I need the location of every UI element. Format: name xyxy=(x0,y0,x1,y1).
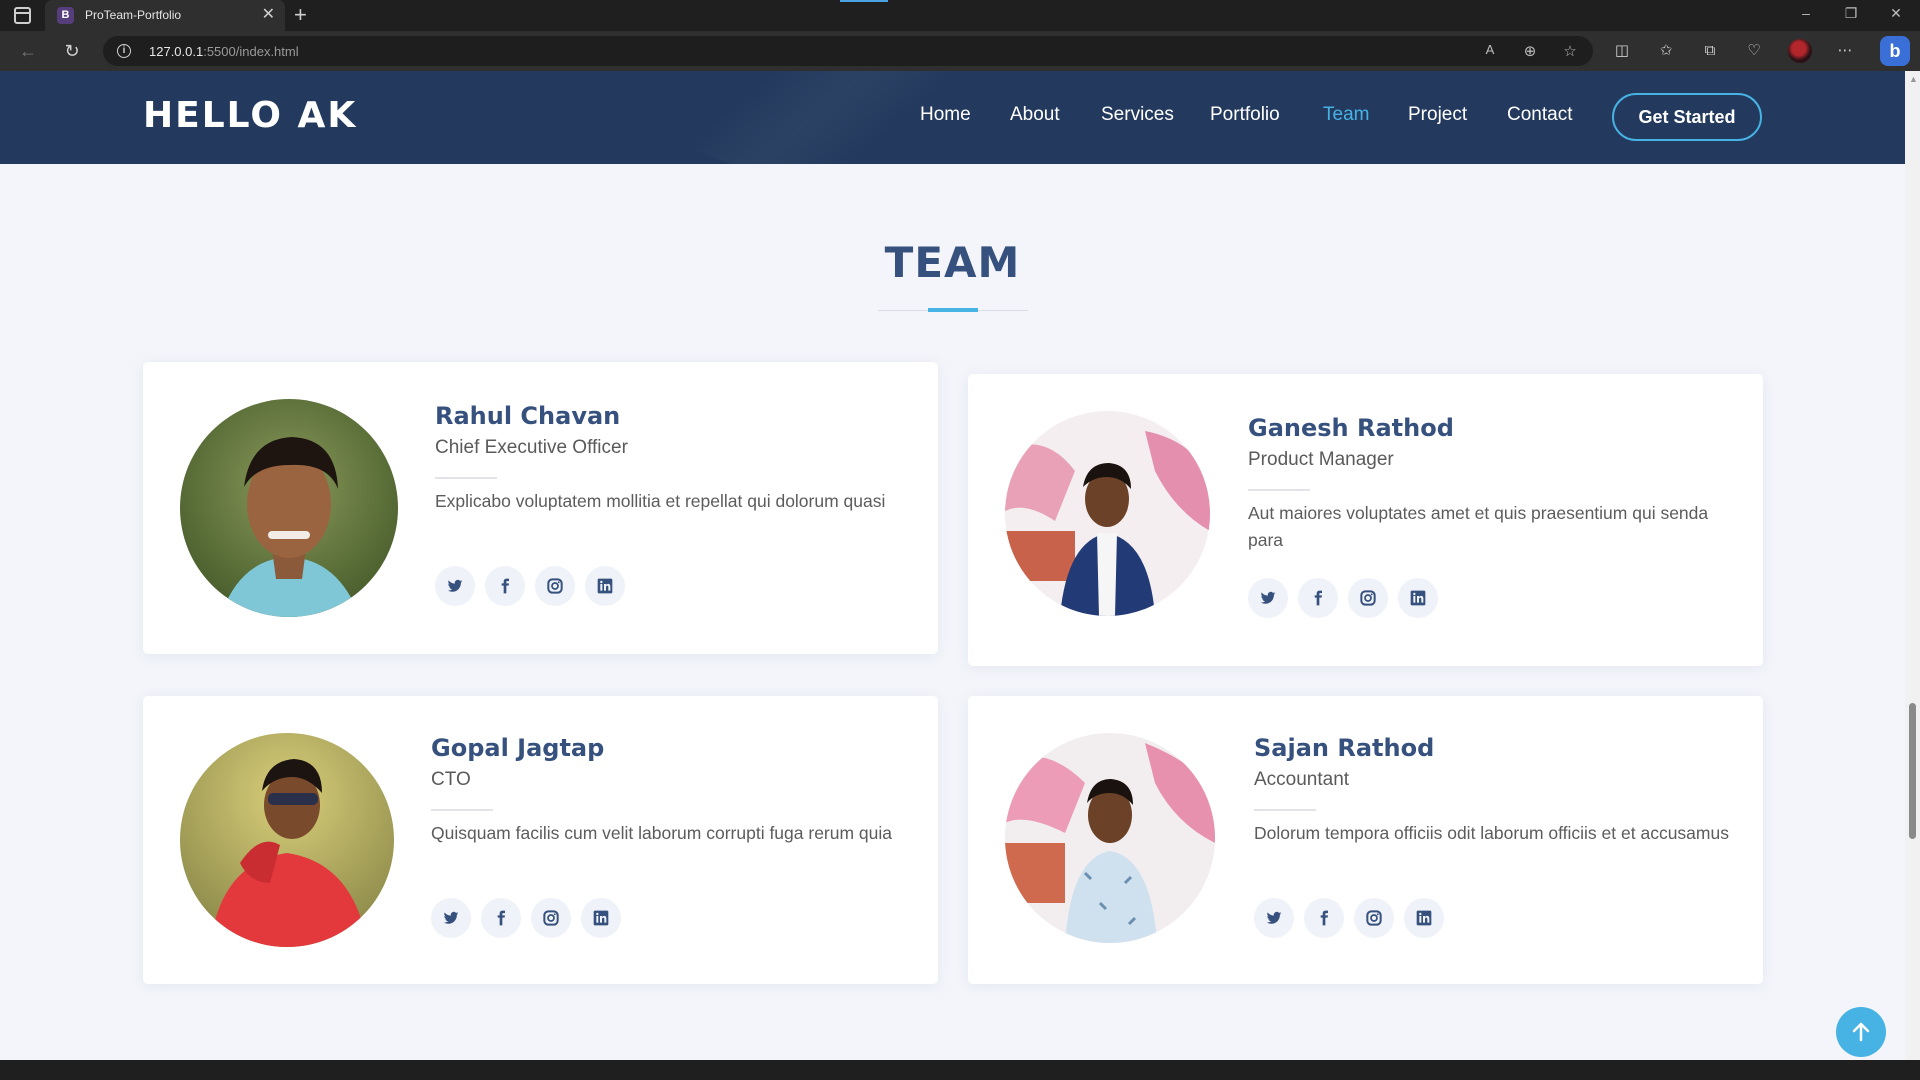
linkedin-icon[interactable] xyxy=(585,566,625,606)
team-card: Rahul Chavan Chief Executive Officer Exp… xyxy=(143,362,938,654)
tab-actions-icon[interactable] xyxy=(14,7,31,24)
bootstrap-favicon-icon: B xyxy=(57,7,74,24)
member-photo xyxy=(1005,733,1215,943)
member-photo xyxy=(180,733,394,947)
member-role: Product Manager xyxy=(1248,449,1394,470)
facebook-icon[interactable] xyxy=(481,898,521,938)
scrollbar-thumb[interactable] xyxy=(1909,703,1916,839)
split-screen-icon[interactable]: ◫ xyxy=(1612,41,1632,61)
new-tab-icon[interactable]: + xyxy=(294,3,307,27)
member-divider xyxy=(1248,489,1310,491)
nav-team[interactable]: Team xyxy=(1323,104,1369,126)
back-to-top-button[interactable] xyxy=(1836,1007,1886,1057)
collections-icon[interactable]: ⧉ xyxy=(1700,41,1720,61)
profile-avatar[interactable] xyxy=(1788,39,1812,63)
member-description: Dolorum tempora officiis odit laborum of… xyxy=(1254,823,1729,843)
section-title: TEAM xyxy=(884,238,1021,287)
scroll-up-arrow-icon[interactable]: ▲ xyxy=(1909,74,1918,84)
tab-title: ProTeam-Portfolio xyxy=(85,8,182,22)
favorites-icon[interactable]: ✩ xyxy=(1656,41,1676,61)
facebook-icon[interactable] xyxy=(1304,898,1344,938)
twitter-icon[interactable] xyxy=(1254,898,1294,938)
nav-about[interactable]: About xyxy=(1010,104,1060,126)
instagram-icon[interactable] xyxy=(1348,578,1388,618)
reload-icon[interactable]: ↻ xyxy=(61,40,83,62)
title-accent-bar xyxy=(928,308,978,312)
member-description: Explicabo voluptatem mollitia et repella… xyxy=(435,491,886,511)
team-card: Gopal Jagtap CTO Quisquam facilis cum ve… xyxy=(143,696,938,984)
team-card: Sajan Rathod Accountant Dolorum tempora … xyxy=(968,696,1763,984)
member-name: Sajan Rathod xyxy=(1254,734,1435,762)
member-divider xyxy=(1254,809,1316,811)
facebook-icon[interactable] xyxy=(485,566,525,606)
url-text: 127.0.0.1:5500/index.html xyxy=(149,44,299,59)
page-viewport: HELLO AK Home About Services Portfolio T… xyxy=(0,71,1905,1060)
site-info-icon[interactable]: i xyxy=(117,44,131,58)
member-name: Gopal Jagtap xyxy=(431,734,605,762)
arrow-up-icon xyxy=(1852,1022,1870,1042)
browser-tab[interactable]: B ProTeam-Portfolio ✕ xyxy=(45,0,285,31)
member-role: CTO xyxy=(431,769,471,790)
nav-project[interactable]: Project xyxy=(1408,104,1467,126)
read-aloud-icon[interactable]: A xyxy=(1481,42,1499,57)
url-host: 127.0.0.1 xyxy=(149,44,204,59)
member-description: Aut maiores voluptates amet et quis prae… xyxy=(1248,503,1709,550)
site-header: HELLO AK Home About Services Portfolio T… xyxy=(0,71,1905,164)
member-name: Rahul Chavan xyxy=(435,402,621,430)
member-name: Ganesh Rathod xyxy=(1248,414,1454,442)
browser-essentials-icon[interactable]: ♡ xyxy=(1744,41,1764,61)
linkedin-icon[interactable] xyxy=(1404,898,1444,938)
more-options-icon[interactable]: ⋯ xyxy=(1835,41,1855,61)
close-tab-icon[interactable]: ✕ xyxy=(262,6,275,24)
browser-tab-bar: B ProTeam-Portfolio ✕ + – ❐ ✕ xyxy=(0,0,1920,31)
member-description: Quisquam facilis cum velit laborum corru… xyxy=(431,823,893,843)
back-icon[interactable]: ← xyxy=(17,40,39,62)
instagram-icon[interactable] xyxy=(535,566,575,606)
twitter-icon[interactable] xyxy=(1248,578,1288,618)
get-started-button[interactable]: Get Started xyxy=(1612,93,1762,141)
nav-contact[interactable]: Contact xyxy=(1507,104,1572,126)
twitter-icon[interactable] xyxy=(435,566,475,606)
copilot-icon[interactable]: b xyxy=(1880,36,1910,66)
instagram-icon[interactable] xyxy=(1354,898,1394,938)
instagram-icon[interactable] xyxy=(531,898,571,938)
site-logo[interactable]: HELLO AK xyxy=(143,95,357,136)
member-role: Chief Executive Officer xyxy=(435,437,628,458)
member-photo xyxy=(180,399,398,617)
browser-toolbar: ← ↻ i 127.0.0.1:5500/index.html A ⊕ ☆ ◫ … xyxy=(0,31,1920,71)
member-divider xyxy=(435,477,497,479)
nav-portfolio[interactable]: Portfolio xyxy=(1210,104,1280,126)
member-photo xyxy=(1005,411,1210,616)
tab-indicator xyxy=(840,0,888,2)
linkedin-icon[interactable] xyxy=(581,898,621,938)
minimize-icon[interactable]: – xyxy=(1796,5,1816,21)
facebook-icon[interactable] xyxy=(1298,578,1338,618)
team-card: Ganesh Rathod Product Manager Aut maiore… xyxy=(968,374,1763,666)
taskbar-strip xyxy=(0,1060,1920,1080)
linkedin-icon[interactable] xyxy=(1398,578,1438,618)
close-window-icon[interactable]: ✕ xyxy=(1886,5,1906,22)
restore-icon[interactable]: ❐ xyxy=(1841,5,1861,22)
twitter-icon[interactable] xyxy=(431,898,471,938)
member-role: Accountant xyxy=(1254,769,1350,790)
nav-home[interactable]: Home xyxy=(920,104,971,126)
member-divider xyxy=(431,809,493,811)
page-scrollbar[interactable]: ▲ xyxy=(1905,71,1920,1060)
nav-services[interactable]: Services xyxy=(1101,104,1174,126)
url-path: :5500/index.html xyxy=(203,44,299,59)
address-bar[interactable]: i 127.0.0.1:5500/index.html A ⊕ ☆ xyxy=(103,36,1593,66)
favorite-star-icon[interactable]: ☆ xyxy=(1561,42,1579,60)
zoom-icon[interactable]: ⊕ xyxy=(1521,42,1539,60)
